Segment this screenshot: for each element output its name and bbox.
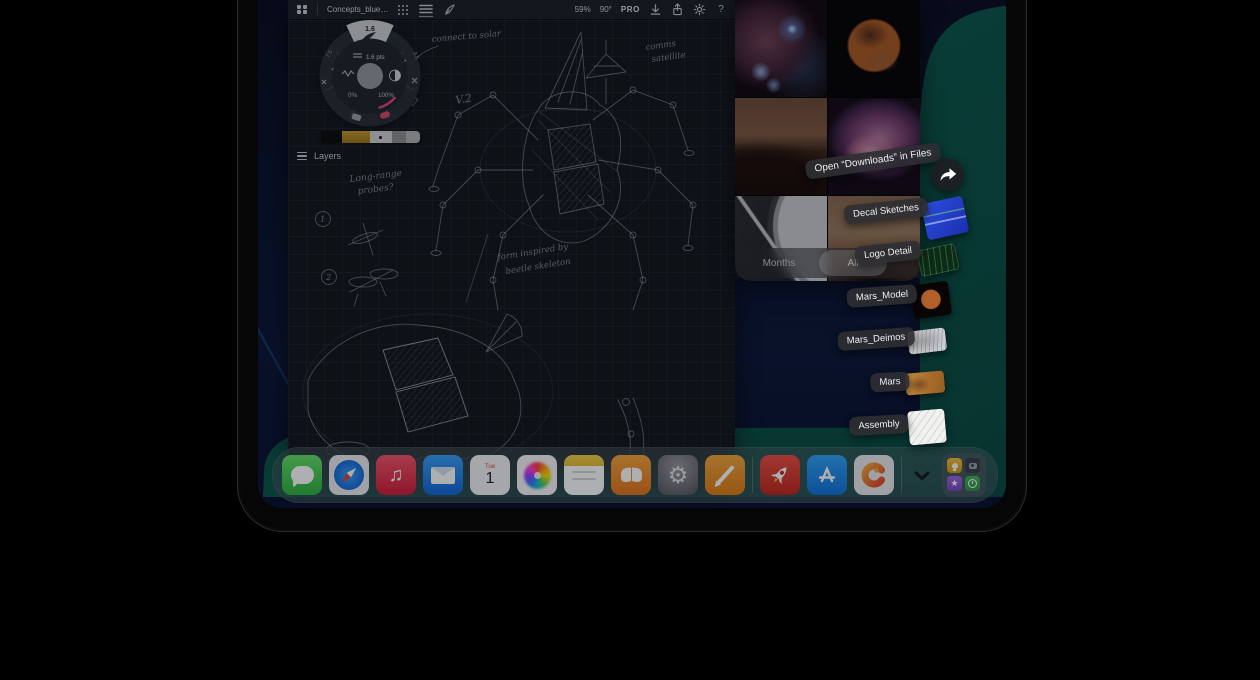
drag-thumb-decal-sketches[interactable] xyxy=(921,196,970,241)
drag-item-label[interactable]: Mars_Deimos xyxy=(837,327,915,351)
drag-item-label[interactable]: Assembly xyxy=(849,414,909,436)
ipad-screen: Concepts_blue… xyxy=(258,0,1006,508)
drag-thumb-mars[interactable] xyxy=(905,370,946,395)
drag-layer: Open “Downloads” in Files Decal Sketches… xyxy=(258,0,1006,508)
forward-arrow-icon xyxy=(939,167,957,183)
drag-item-label[interactable]: Logo Detail xyxy=(854,240,922,266)
drag-item-label[interactable]: Mars xyxy=(870,371,910,392)
drag-thumb-assembly[interactable] xyxy=(907,408,947,445)
drag-thumb-logo-detail[interactable] xyxy=(916,243,960,278)
drag-open-in-files-label[interactable]: Open “Downloads” in Files xyxy=(804,142,941,180)
share-forward-button[interactable] xyxy=(931,158,964,191)
drag-item-label[interactable]: Decal Sketches xyxy=(843,197,929,225)
stage: Concepts_blue… xyxy=(0,0,1260,680)
drag-item-label[interactable]: Mars_Model xyxy=(846,284,917,308)
drag-thumb-mars-model[interactable] xyxy=(910,281,952,320)
